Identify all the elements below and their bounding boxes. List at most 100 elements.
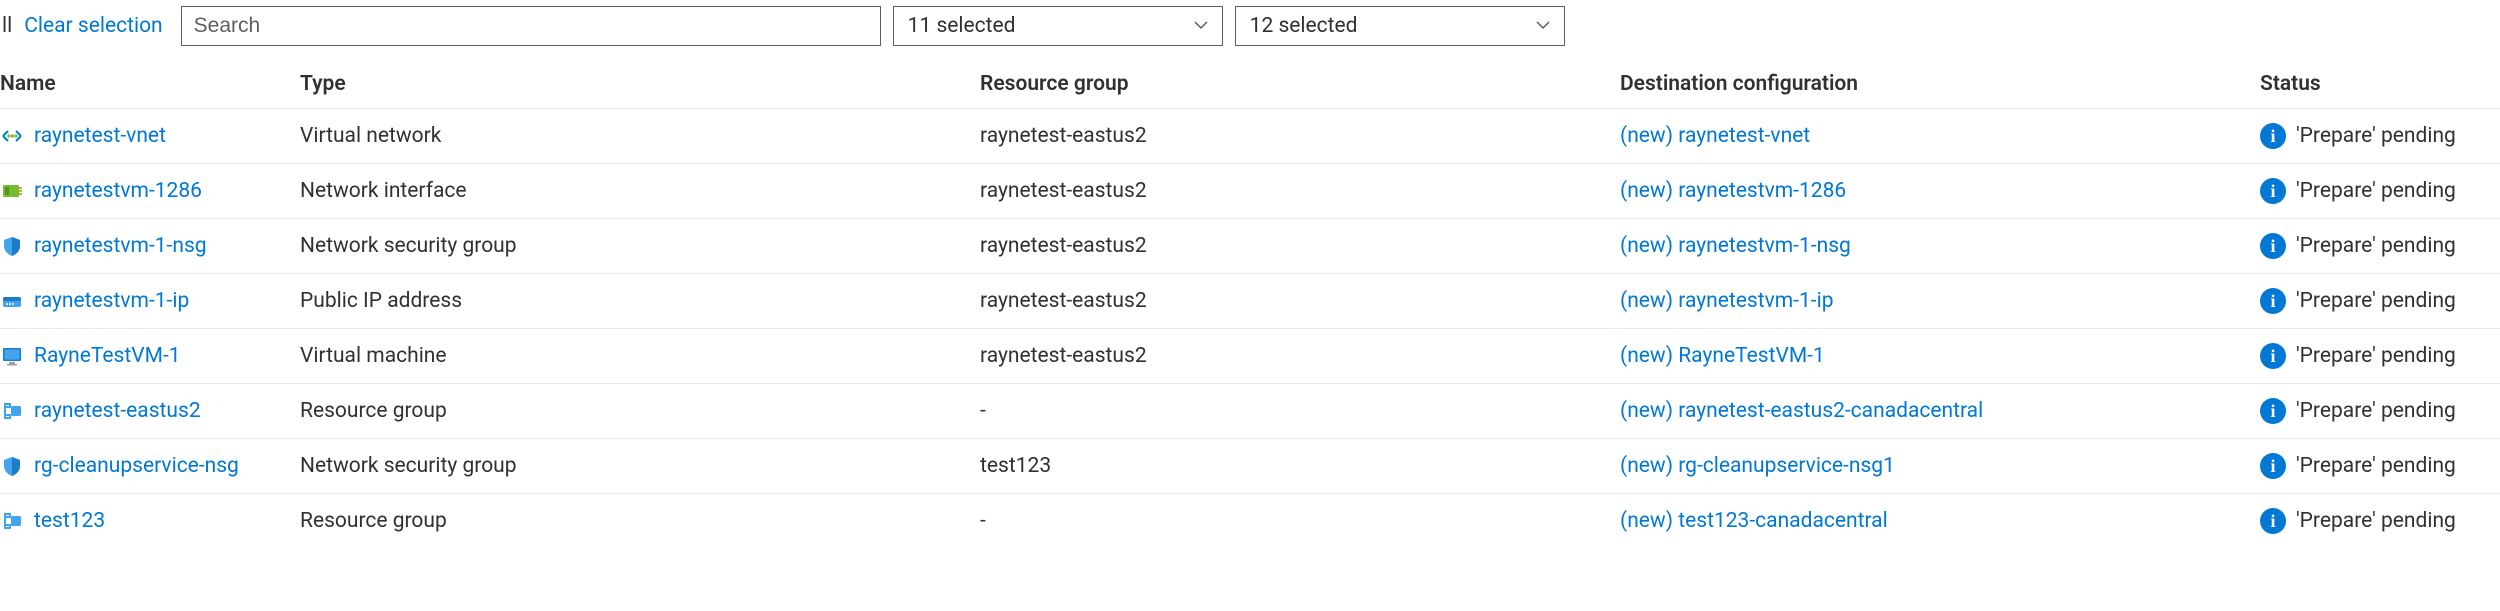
cell-status: 'Prepare' pending <box>2260 233 2500 259</box>
vm-icon <box>0 344 24 368</box>
cell-destination: (new) raynetestvm-1-ip <box>1620 289 2260 313</box>
destination-link[interactable]: (new) raynetestvm-1-ip <box>1620 289 1834 313</box>
cell-type: Network security group <box>300 234 980 258</box>
resource-name-link[interactable]: test123 <box>34 509 105 533</box>
cell-name: raynetestvm-1-ip <box>0 289 300 313</box>
info-icon[interactable] <box>2260 453 2286 479</box>
destination-link[interactable]: (new) RayneTestVM-1 <box>1620 344 1825 368</box>
status-text: 'Prepare' pending <box>2296 234 2456 258</box>
rg-icon <box>0 509 24 533</box>
rg-icon <box>0 399 24 423</box>
select-all-link-fragment[interactable]: ll <box>0 14 12 38</box>
pip-icon <box>0 289 24 313</box>
resource-name-link[interactable]: raynetestvm-1-ip <box>34 289 189 313</box>
nic-icon <box>0 179 24 203</box>
column-header-type[interactable]: Type <box>300 72 980 96</box>
cell-status: 'Prepare' pending <box>2260 453 2500 479</box>
status-filter-label: 12 selected <box>1250 14 1358 38</box>
info-icon[interactable] <box>2260 508 2286 534</box>
cell-type: Resource group <box>300 509 980 533</box>
info-icon[interactable] <box>2260 123 2286 149</box>
info-icon[interactable] <box>2260 288 2286 314</box>
resource-name-link[interactable]: rg-cleanupservice-nsg <box>34 454 239 478</box>
column-header-destination[interactable]: Destination configuration <box>1620 72 2260 96</box>
status-text: 'Prepare' pending <box>2296 454 2456 478</box>
type-filter-dropdown[interactable]: 11 selected <box>893 6 1223 46</box>
nsg-icon <box>0 234 24 258</box>
cell-destination: (new) raynetest-eastus2-canadacentral <box>1620 399 2260 423</box>
info-icon[interactable] <box>2260 398 2286 424</box>
cell-name: RayneTestVM-1 <box>0 344 300 368</box>
grid-header: Name Type Resource group Destination con… <box>0 56 2500 108</box>
cell-name: raynetestvm-1286 <box>0 179 300 203</box>
resources-grid: Name Type Resource group Destination con… <box>0 56 2500 548</box>
table-row[interactable]: raynetest-eastus2 Resource group-(new) ra… <box>0 383 2500 438</box>
nsg-icon <box>0 454 24 478</box>
table-row[interactable]: raynetestvm-1286 Network interfaceraynete… <box>0 163 2500 218</box>
cell-resource-group: - <box>980 399 1620 423</box>
status-filter-dropdown[interactable]: 12 selected <box>1235 6 1565 46</box>
cell-status: 'Prepare' pending <box>2260 123 2500 149</box>
table-row[interactable]: rg-cleanupservice-nsg Network security gr… <box>0 438 2500 493</box>
info-icon[interactable] <box>2260 343 2286 369</box>
cell-type: Resource group <box>300 399 980 423</box>
cell-destination: (new) RayneTestVM-1 <box>1620 344 2260 368</box>
type-filter-label: 11 selected <box>908 14 1016 38</box>
table-row[interactable]: raynetestvm-1-nsg Network security groupr… <box>0 218 2500 273</box>
destination-link[interactable]: (new) raynetest-vnet <box>1620 124 1810 148</box>
cell-resource-group: test123 <box>980 454 1620 478</box>
resource-name-link[interactable]: raynetest-vnet <box>34 124 166 148</box>
table-row[interactable]: RayneTestVM-1 Virtual machineraynetest-ea… <box>0 328 2500 383</box>
resource-name-link[interactable]: raynetestvm-1286 <box>34 179 202 203</box>
destination-link[interactable]: (new) raynetestvm-1-nsg <box>1620 234 1851 258</box>
cell-destination: (new) raynetestvm-1-nsg <box>1620 234 2260 258</box>
cell-type: Network interface <box>300 179 980 203</box>
status-text: 'Prepare' pending <box>2296 344 2456 368</box>
cell-status: 'Prepare' pending <box>2260 508 2500 534</box>
cell-destination: (new) raynetestvm-1286 <box>1620 179 2260 203</box>
status-text: 'Prepare' pending <box>2296 399 2456 423</box>
destination-link[interactable]: (new) raynetestvm-1286 <box>1620 179 1846 203</box>
status-text: 'Prepare' pending <box>2296 509 2456 533</box>
filter-toolbar: ll Clear selection 11 selected 12 select… <box>0 0 2500 56</box>
column-header-status[interactable]: Status <box>2260 72 2500 96</box>
column-header-name[interactable]: Name <box>0 72 300 96</box>
cell-resource-group: raynetest-eastus2 <box>980 124 1620 148</box>
clear-selection-link[interactable]: Clear selection <box>24 14 162 38</box>
chevron-down-icon <box>1536 17 1550 36</box>
info-icon[interactable] <box>2260 233 2286 259</box>
cell-resource-group: - <box>980 509 1620 533</box>
column-header-resource-group[interactable]: Resource group <box>980 72 1620 96</box>
resource-name-link[interactable]: RayneTestVM-1 <box>34 344 181 368</box>
status-text: 'Prepare' pending <box>2296 179 2456 203</box>
cell-type: Network security group <box>300 454 980 478</box>
cell-resource-group: raynetest-eastus2 <box>980 179 1620 203</box>
cell-destination: (new) rg-cleanupservice-nsg1 <box>1620 454 2260 478</box>
cell-name: raynetest-vnet <box>0 124 300 148</box>
search-input[interactable] <box>181 6 881 46</box>
cell-resource-group: raynetest-eastus2 <box>980 344 1620 368</box>
status-text: 'Prepare' pending <box>2296 289 2456 313</box>
cell-status: 'Prepare' pending <box>2260 178 2500 204</box>
vnet-icon <box>0 124 24 148</box>
destination-link[interactable]: (new) raynetest-eastus2-canadacentral <box>1620 399 1983 423</box>
cell-destination: (new) test123-canadacentral <box>1620 509 2260 533</box>
resource-name-link[interactable]: raynetestvm-1-nsg <box>34 234 207 258</box>
cell-name: test123 <box>0 509 300 533</box>
cell-type: Virtual machine <box>300 344 980 368</box>
table-row[interactable]: raynetest-vnet Virtual networkraynetest-e… <box>0 108 2500 163</box>
destination-link[interactable]: (new) test123-canadacentral <box>1620 509 1888 533</box>
cell-name: rg-cleanupservice-nsg <box>0 454 300 478</box>
cell-type: Public IP address <box>300 289 980 313</box>
resource-name-link[interactable]: raynetest-eastus2 <box>34 399 201 423</box>
info-icon[interactable] <box>2260 178 2286 204</box>
table-row[interactable]: raynetestvm-1-ip Public IP addressraynete… <box>0 273 2500 328</box>
cell-status: 'Prepare' pending <box>2260 398 2500 424</box>
cell-type: Virtual network <box>300 124 980 148</box>
cell-destination: (new) raynetest-vnet <box>1620 124 2260 148</box>
cell-name: raynetestvm-1-nsg <box>0 234 300 258</box>
cell-resource-group: raynetest-eastus2 <box>980 234 1620 258</box>
table-row[interactable]: test123 Resource group-(new) test123-cana… <box>0 493 2500 548</box>
cell-resource-group: raynetest-eastus2 <box>980 289 1620 313</box>
destination-link[interactable]: (new) rg-cleanupservice-nsg1 <box>1620 454 1895 478</box>
